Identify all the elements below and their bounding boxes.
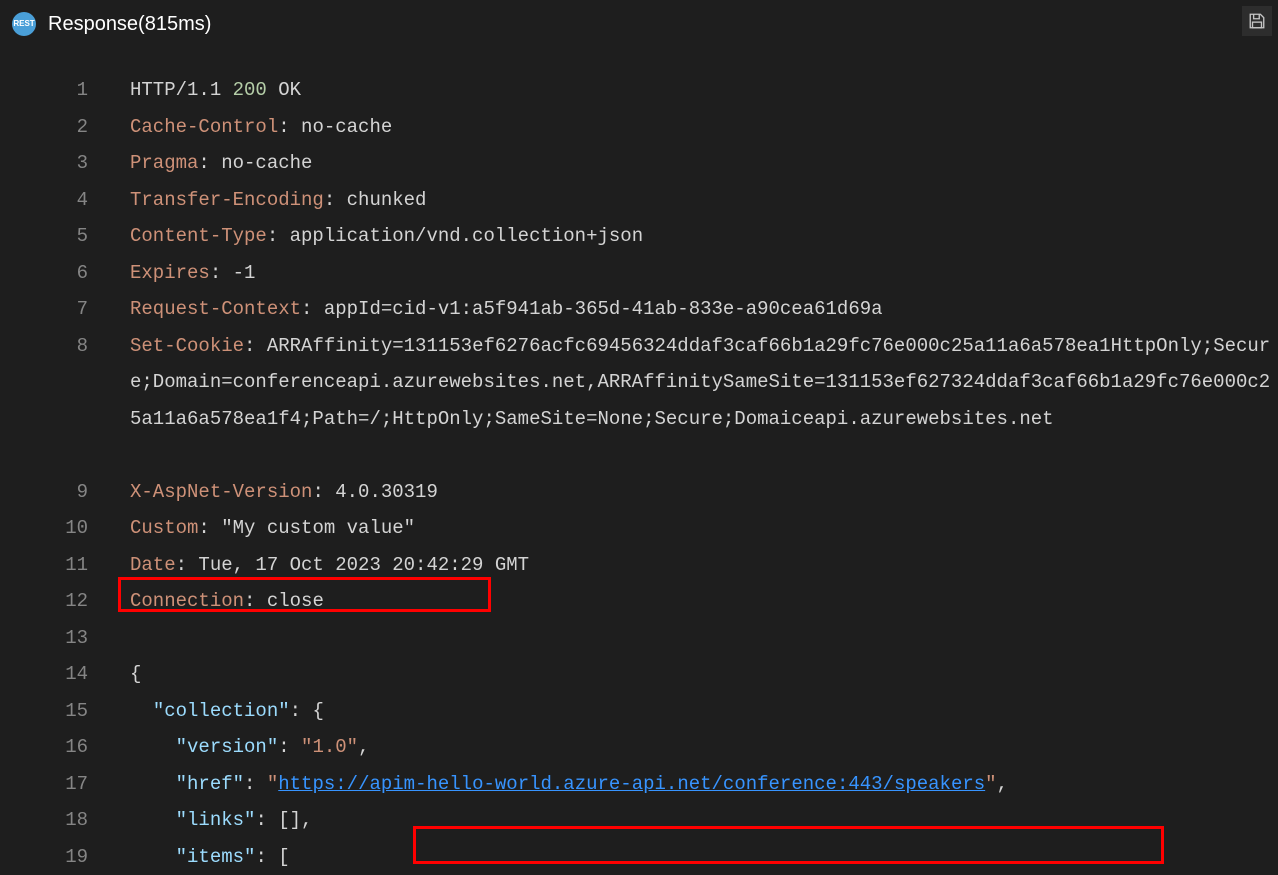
- code-line: "collection": {: [130, 693, 1278, 730]
- line-number: 4: [0, 182, 88, 219]
- line-number: 17: [0, 766, 88, 803]
- save-icon: [1248, 12, 1266, 30]
- line-number: 6: [0, 255, 88, 292]
- response-editor[interactable]: 1 2 3 4 5 6 7 8 9 10 11 12 13 14 15 16 1…: [0, 48, 1278, 875]
- code-content[interactable]: HTTP/1.1 200 OK Cache-Control: no-cache …: [110, 72, 1278, 875]
- code-line: Request-Context: appId=cid-v1:a5f941ab-3…: [130, 291, 1278, 328]
- code-line: Transfer-Encoding: chunked: [130, 182, 1278, 219]
- code-line: HTTP/1.1 200 OK: [130, 72, 1278, 109]
- line-number: 10: [0, 510, 88, 547]
- href-link[interactable]: https://apim-hello-world.azure-api.net/c…: [278, 773, 985, 795]
- code-line: Date: Tue, 17 Oct 2023 20:42:29 GMT: [130, 547, 1278, 584]
- code-line: {: [130, 656, 1278, 693]
- save-response-button[interactable]: [1242, 6, 1272, 36]
- code-line: Cache-Control: no-cache: [130, 109, 1278, 146]
- line-number: 3: [0, 145, 88, 182]
- line-number: [0, 364, 88, 401]
- code-line: "version": "1.0",: [130, 729, 1278, 766]
- code-line: Content-Type: application/vnd.collection…: [130, 218, 1278, 255]
- line-number: 2: [0, 109, 88, 146]
- line-number: 18: [0, 802, 88, 839]
- code-line: "items": [: [130, 839, 1278, 875]
- panel-header: REST Response(815ms): [0, 0, 1278, 48]
- code-line: [130, 620, 1278, 657]
- code-line: "href": "https://apim-hello-world.azure-…: [130, 766, 1278, 803]
- line-number: 8: [0, 328, 88, 365]
- code-line: X-AspNet-Version: 4.0.30319: [130, 474, 1278, 511]
- line-number: [0, 401, 88, 438]
- code-line: Connection: close: [130, 583, 1278, 620]
- line-number: 13: [0, 620, 88, 657]
- line-number: 12: [0, 583, 88, 620]
- line-number: 7: [0, 291, 88, 328]
- code-line: Pragma: no-cache: [130, 145, 1278, 182]
- line-number: 16: [0, 729, 88, 766]
- line-number: 1: [0, 72, 88, 109]
- line-number: [0, 437, 88, 474]
- line-number: 5: [0, 218, 88, 255]
- panel-title: Response(815ms): [48, 9, 211, 39]
- line-number: 9: [0, 474, 88, 511]
- line-number: 11: [0, 547, 88, 584]
- code-line: Expires: -1: [130, 255, 1278, 292]
- code-line: "links": [],: [130, 802, 1278, 839]
- line-number: 19: [0, 839, 88, 875]
- line-number: 15: [0, 693, 88, 730]
- line-number-gutter: 1 2 3 4 5 6 7 8 9 10 11 12 13 14 15 16 1…: [0, 72, 110, 875]
- code-line: Set-Cookie: ARRAffinity=131153ef6276acfc…: [130, 328, 1278, 474]
- code-line: Custom: "My custom value": [130, 510, 1278, 547]
- icon-label: REST: [13, 18, 34, 30]
- line-number: 14: [0, 656, 88, 693]
- rest-client-icon: REST: [12, 12, 36, 36]
